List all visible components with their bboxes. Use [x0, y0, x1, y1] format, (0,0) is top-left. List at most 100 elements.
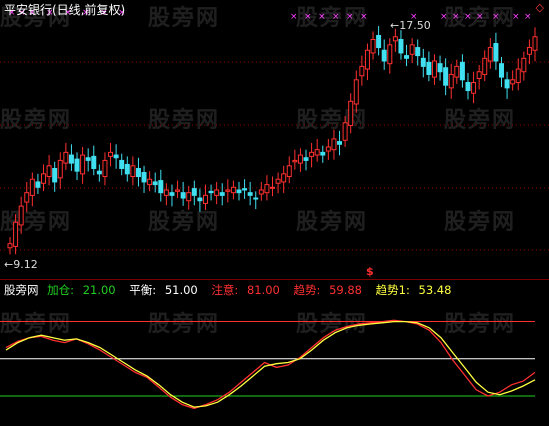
candle-up	[482, 57, 488, 75]
candle-up	[353, 79, 359, 105]
candle-down	[426, 61, 432, 75]
candle-down	[35, 181, 41, 188]
candle-down	[124, 163, 130, 175]
candle-up	[387, 44, 393, 65]
signal-marker: ×	[512, 12, 520, 22]
candle-up	[281, 173, 287, 183]
legend-balance: 平衡: 51.00	[129, 283, 198, 297]
candle-up	[29, 178, 35, 196]
candle-down	[247, 192, 253, 196]
candle-down	[169, 192, 175, 196]
legend-attention: 注意: 81.00	[211, 283, 280, 297]
signal-marker: ×	[304, 12, 312, 22]
candle-down	[381, 49, 387, 62]
candle-up	[13, 221, 19, 247]
candle-down	[141, 172, 147, 183]
candle-up	[471, 81, 477, 94]
candle-up	[532, 36, 538, 51]
candles	[7, 26, 538, 255]
signal-marker: ×	[360, 12, 368, 22]
signal-marker: ×	[318, 12, 326, 22]
candle-up	[264, 184, 270, 194]
candle-up	[292, 159, 298, 163]
candle-down	[52, 167, 58, 183]
candle-up	[163, 189, 169, 196]
candle-down	[91, 155, 97, 169]
candle-up	[41, 173, 47, 184]
candle-up	[186, 192, 192, 202]
candle-down	[320, 151, 326, 156]
candle-up	[314, 149, 320, 156]
price-chart[interactable]: × × × × × × × × × × × × × × × × × × × × × ×	[0, 0, 549, 279]
candle-down	[437, 63, 443, 73]
candle-up	[521, 57, 527, 73]
candle-up	[147, 178, 153, 186]
candle-up	[487, 47, 493, 62]
candle-up	[526, 47, 532, 55]
candle-down	[465, 81, 471, 92]
legend-add: 加仓: 21.00	[47, 283, 116, 297]
candle-down	[242, 188, 248, 191]
signal-marker: ×	[332, 12, 340, 22]
candle-up	[286, 165, 292, 178]
arrow-left-icon: ←	[4, 258, 14, 271]
candle-down	[443, 67, 449, 86]
candle-down	[303, 157, 309, 161]
candle-up	[80, 154, 86, 175]
legend-trend1: 趋势1: 53.48	[375, 283, 452, 297]
candle-up	[364, 49, 370, 70]
candle-up	[370, 38, 376, 54]
candle-down	[420, 57, 426, 67]
candle-up	[175, 189, 181, 192]
candle-up	[331, 138, 337, 151]
candle-up	[225, 189, 231, 192]
candle-down	[68, 154, 74, 164]
candle-up	[202, 194, 208, 204]
signal-marker: ×	[476, 12, 484, 22]
signal-dollar-mark: $	[366, 265, 374, 278]
candle-up	[46, 165, 52, 178]
candle-up	[102, 159, 108, 178]
candle-up	[130, 165, 136, 178]
indicator-name: 股旁网	[4, 283, 39, 297]
candle-up	[431, 60, 437, 78]
candle-down	[135, 167, 141, 178]
high-price-value: 17.50	[399, 19, 431, 32]
candle-up	[108, 151, 114, 157]
candle-down	[197, 197, 203, 202]
candle-up	[476, 71, 482, 79]
candle-down	[85, 157, 91, 161]
candle-up	[18, 205, 24, 226]
candle-up	[214, 189, 220, 196]
arrow-left-icon: ←	[390, 19, 400, 32]
candle-down	[376, 34, 382, 49]
candle-down	[191, 188, 197, 196]
candle-up	[448, 73, 454, 89]
candle-up	[309, 151, 315, 157]
candle-down	[119, 159, 125, 169]
indicator-chart[interactable]	[0, 280, 549, 426]
candle-down	[152, 181, 158, 186]
candle-up	[230, 186, 236, 194]
candle-down	[74, 158, 80, 172]
low-price-value: 9.12	[13, 258, 38, 271]
candle-up	[348, 100, 354, 126]
candle-up	[24, 192, 30, 203]
candle-down	[219, 192, 225, 196]
candle-down	[208, 190, 214, 194]
candle-down	[253, 197, 259, 200]
legend-trend: 趋势: 59.88	[293, 283, 362, 297]
candle-up	[258, 189, 264, 195]
candle-up	[409, 44, 415, 55]
signal-marker: ×	[290, 12, 298, 22]
high-price-label: ←17.50	[390, 20, 431, 32]
signal-marker: ×	[524, 12, 532, 22]
candle-up	[454, 65, 460, 78]
indicator-lines	[0, 319, 536, 410]
candle-up	[275, 178, 281, 184]
candle-down	[493, 43, 499, 62]
candle-down	[498, 63, 504, 78]
diamond-icon[interactable]: ◇	[536, 2, 544, 14]
candle-down	[398, 38, 404, 54]
candle-up	[63, 151, 69, 164]
